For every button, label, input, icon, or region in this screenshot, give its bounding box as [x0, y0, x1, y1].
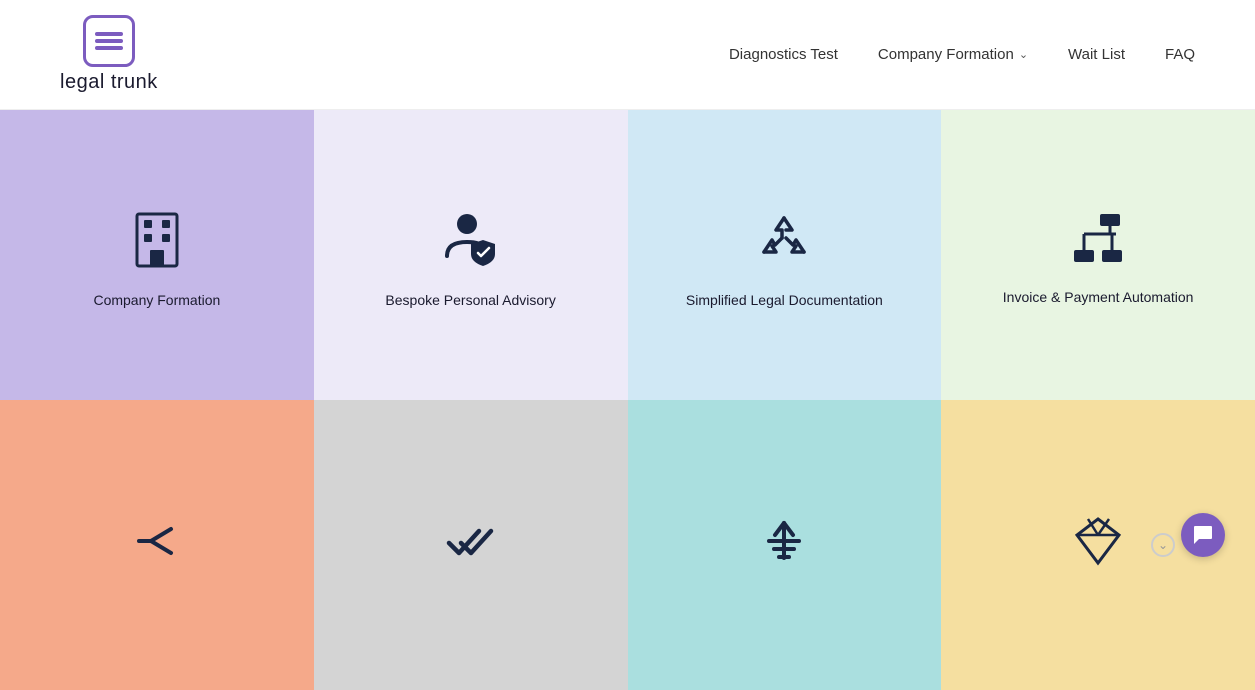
recycle-icon	[754, 210, 814, 270]
card-personal-advisory[interactable]: Bespoke Personal Advisory	[314, 110, 628, 400]
logo-line-1	[95, 32, 123, 36]
card-company-formation[interactable]: Company Formation	[0, 110, 314, 400]
card-invoice-automation-label: Invoice & Payment Automation	[1003, 287, 1194, 308]
chevron-down-icon: ⌄	[1019, 48, 1028, 61]
flow-chart-icon	[1068, 212, 1128, 267]
logo-wrapper: legal trunk	[60, 15, 158, 94]
chat-bubble[interactable]	[1181, 513, 1225, 557]
logo-text: legal trunk	[60, 71, 158, 94]
share-icon	[129, 513, 184, 568]
logo-line-2	[95, 39, 123, 43]
logo-line-3	[95, 46, 123, 50]
diamond-icon	[1071, 513, 1126, 568]
card-legal-documentation-label: Simplified Legal Documentation	[686, 290, 883, 311]
main-nav: Diagnostics Test Company Formation ⌄ Wai…	[729, 46, 1195, 63]
card-share[interactable]	[0, 400, 314, 690]
nav-company-formation[interactable]: Company Formation ⌄	[878, 46, 1028, 63]
service-grid: Company Formation Bespoke Personal Advis…	[0, 110, 1255, 690]
logo-icon	[83, 15, 135, 67]
double-check-icon	[443, 513, 498, 568]
card-personal-advisory-label: Bespoke Personal Advisory	[385, 290, 555, 311]
card-check[interactable]	[314, 400, 628, 690]
nav-wait-list[interactable]: Wait List	[1068, 46, 1125, 63]
card-legal-documentation[interactable]: Simplified Legal Documentation	[628, 110, 942, 400]
header: legal trunk Diagnostics Test Company For…	[0, 0, 1255, 110]
nav-diagnostics[interactable]: Diagnostics Test	[729, 46, 838, 63]
sort-icon	[759, 513, 809, 568]
logo-area: legal trunk	[60, 15, 158, 94]
building-icon	[129, 210, 185, 270]
scroll-arrow-icon: ⌄	[1158, 538, 1168, 552]
card-sort[interactable]	[628, 400, 942, 690]
nav-faq[interactable]: FAQ	[1165, 46, 1195, 63]
scroll-indicator[interactable]: ⌄	[1151, 533, 1175, 557]
card-invoice-automation[interactable]: Invoice & Payment Automation	[941, 110, 1255, 400]
card-company-formation-label: Company Formation	[93, 290, 220, 311]
person-shield-icon	[441, 210, 501, 270]
